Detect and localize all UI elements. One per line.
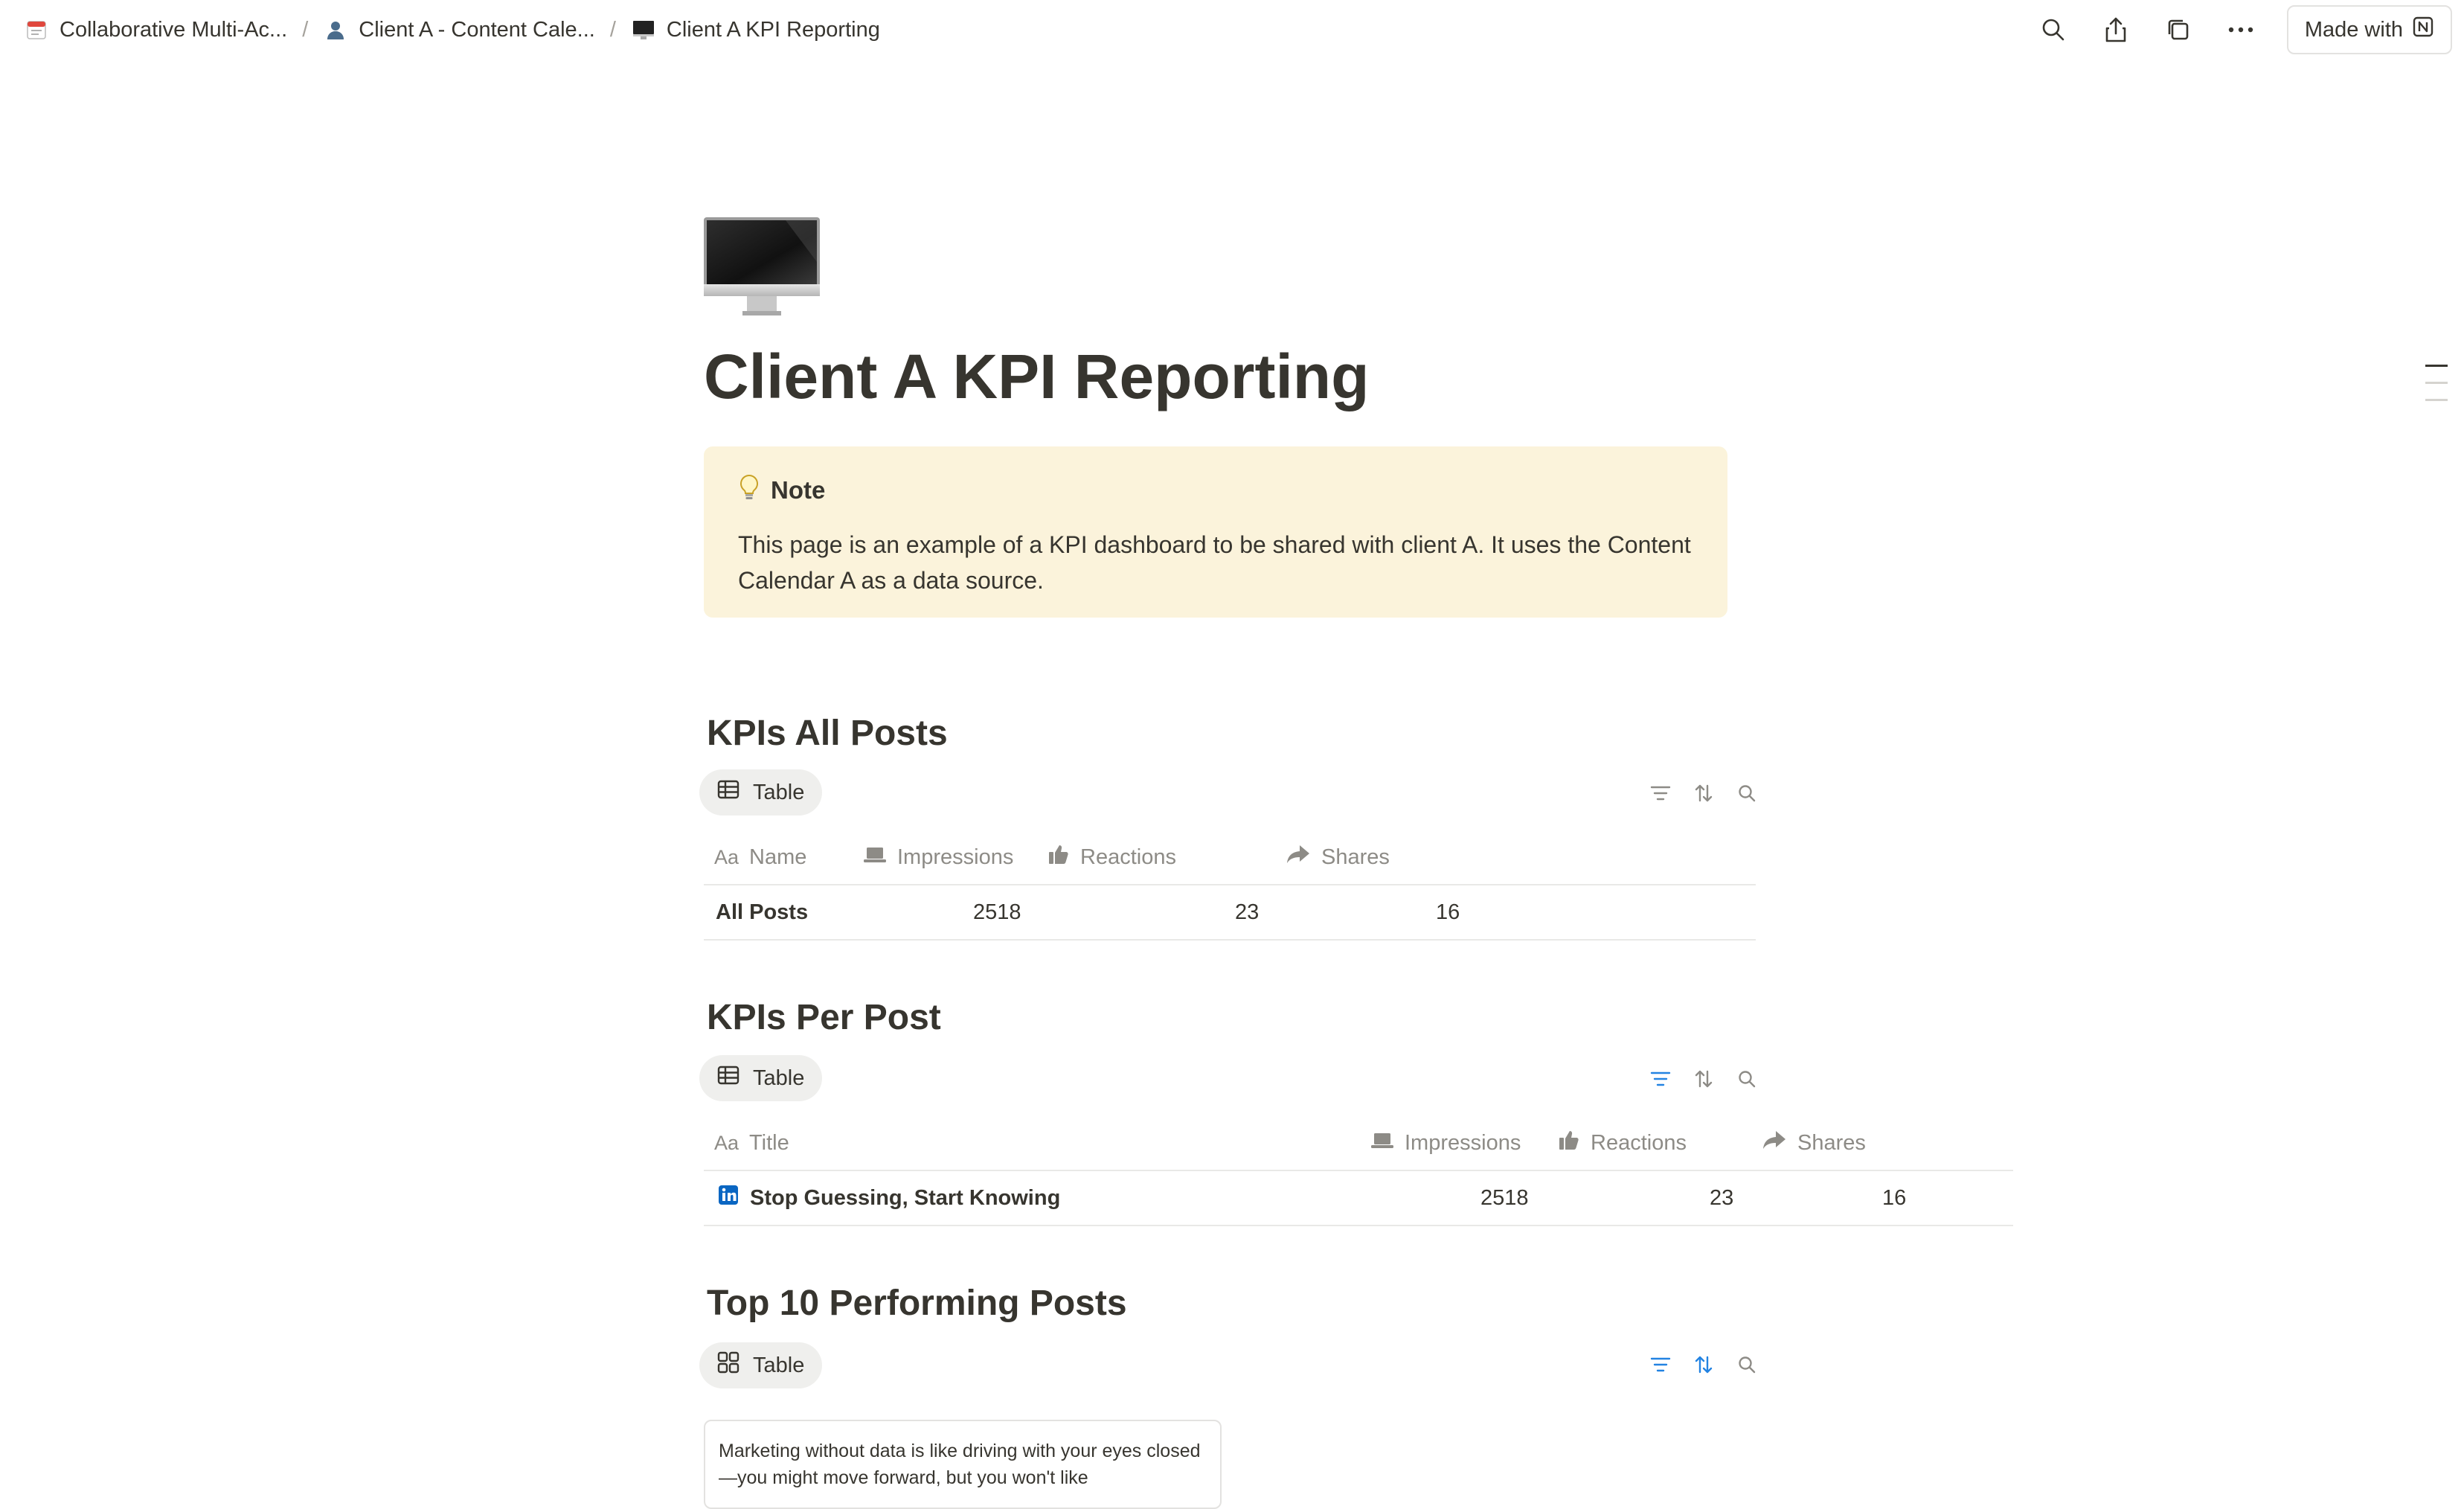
share-icon[interactable] (2099, 13, 2132, 46)
table-of-contents-indicator[interactable] (2425, 365, 2448, 416)
thumbs-up-icon (1558, 1129, 1580, 1157)
column-header-impressions[interactable]: Impressions (1370, 1116, 1521, 1170)
breadcrumb-item-current[interactable]: Client A KPI Reporting (631, 17, 880, 42)
lightbulb-icon (738, 473, 760, 507)
sort-icon[interactable] (1692, 1353, 1716, 1377)
breadcrumb: Collaborative Multi-Ac... / Client A - C… (24, 17, 880, 42)
top-actions: Made with (2037, 5, 2452, 54)
table-row[interactable]: Stop Guessing, Start Knowing 2518 23 16 (704, 1171, 2013, 1226)
column-header-reactions[interactable]: Reactions (1558, 1116, 1687, 1170)
table-icon (717, 1066, 739, 1091)
column-header-reactions[interactable]: Reactions (1047, 830, 1176, 884)
search-icon[interactable] (1735, 1067, 1759, 1091)
laptop-icon (1370, 1131, 1394, 1156)
duplicate-icon[interactable] (2162, 13, 2195, 46)
search-icon[interactable] (2037, 13, 2070, 46)
person-icon (323, 17, 348, 42)
calendar-icon (24, 17, 49, 42)
column-header-impressions[interactable]: Impressions (863, 830, 1013, 884)
cell-title[interactable]: Stop Guessing, Start Knowing (719, 1171, 1060, 1225)
view-toolbar (1649, 781, 1759, 805)
gallery-card[interactable]: Marketing without data is like driving w… (704, 1420, 1222, 1509)
share-arrow-icon (1286, 844, 1311, 871)
cell-shares[interactable]: 16 (1882, 1171, 1906, 1225)
cell-name[interactable]: All Posts (716, 885, 808, 939)
table-header: Aa Name Impressions Reactions Shares (704, 830, 1756, 885)
desktop-computer-icon[interactable] (704, 217, 823, 321)
top-bar: Collaborative Multi-Ac... / Client A - C… (0, 0, 2464, 60)
thumbs-up-icon (1047, 843, 1070, 871)
search-icon[interactable] (1735, 781, 1759, 805)
cell-impressions[interactable]: 2518 (973, 885, 1021, 939)
cell-shares[interactable]: 16 (1436, 885, 1460, 939)
view-tab-table[interactable]: Table (699, 1055, 823, 1101)
card-preview-text: Marketing without data is like driving w… (719, 1441, 1201, 1488)
toc-line (2425, 399, 2448, 401)
note-callout: Note This page is an example of a KPI da… (704, 446, 1727, 618)
cell-reactions[interactable]: 23 (1710, 1171, 1733, 1225)
sort-icon[interactable] (1692, 781, 1716, 805)
breadcrumb-separator: / (302, 17, 309, 42)
view-toolbar (1649, 1353, 1759, 1377)
column-header-shares[interactable]: Shares (1762, 1116, 1866, 1170)
table-row[interactable]: All Posts 2518 23 16 (704, 885, 1756, 941)
column-header-name[interactable]: Aa Name (714, 830, 806, 884)
column-header-title[interactable]: Aa Title (714, 1116, 789, 1170)
toc-line (2425, 365, 2448, 367)
table-header: Aa Title Impressions Reactions Shares (704, 1116, 2013, 1171)
column-header-shares[interactable]: Shares (1286, 830, 1390, 884)
page-title: Client A KPI Reporting (704, 342, 1370, 411)
breadcrumb-separator: / (609, 17, 616, 42)
table-icon (717, 780, 739, 805)
made-with-notion-button[interactable]: Made with (2286, 5, 2452, 54)
section-title-kpis-per-post: KPIs Per Post (707, 998, 941, 1037)
sort-icon[interactable] (1692, 1067, 1716, 1091)
share-arrow-icon (1762, 1130, 1787, 1156)
text-property-icon: Aa (714, 845, 739, 868)
monitor-icon (631, 17, 656, 42)
view-tab-table[interactable]: Table (699, 769, 823, 816)
gallery-icon (717, 1351, 739, 1380)
callout-title: Note (738, 473, 1693, 507)
view-toolbar (1649, 1067, 1759, 1091)
filter-icon[interactable] (1649, 1067, 1672, 1091)
filter-icon[interactable] (1649, 781, 1672, 805)
callout-body: This page is an example of a KPI dashboa… (738, 531, 1691, 594)
view-tab-gallery[interactable]: Table (699, 1342, 823, 1388)
breadcrumb-item-calendar[interactable]: Client A - Content Cale... (323, 17, 595, 42)
cell-impressions[interactable]: 2518 (1480, 1171, 1529, 1225)
linkedin-icon (719, 1185, 738, 1211)
section-title-top-10-posts: Top 10 Performing Posts (707, 1284, 1127, 1323)
filter-icon[interactable] (1649, 1353, 1672, 1377)
cell-reactions[interactable]: 23 (1235, 885, 1259, 939)
toc-line (2425, 382, 2448, 384)
more-icon[interactable] (2224, 13, 2257, 46)
laptop-icon (863, 845, 887, 870)
section-title-kpis-all-posts: KPIs All Posts (707, 714, 948, 753)
breadcrumb-item-workspace[interactable]: Collaborative Multi-Ac... (24, 17, 287, 42)
text-property-icon: Aa (714, 1131, 739, 1154)
notion-logo-icon (2412, 16, 2434, 44)
search-icon[interactable] (1735, 1353, 1759, 1377)
